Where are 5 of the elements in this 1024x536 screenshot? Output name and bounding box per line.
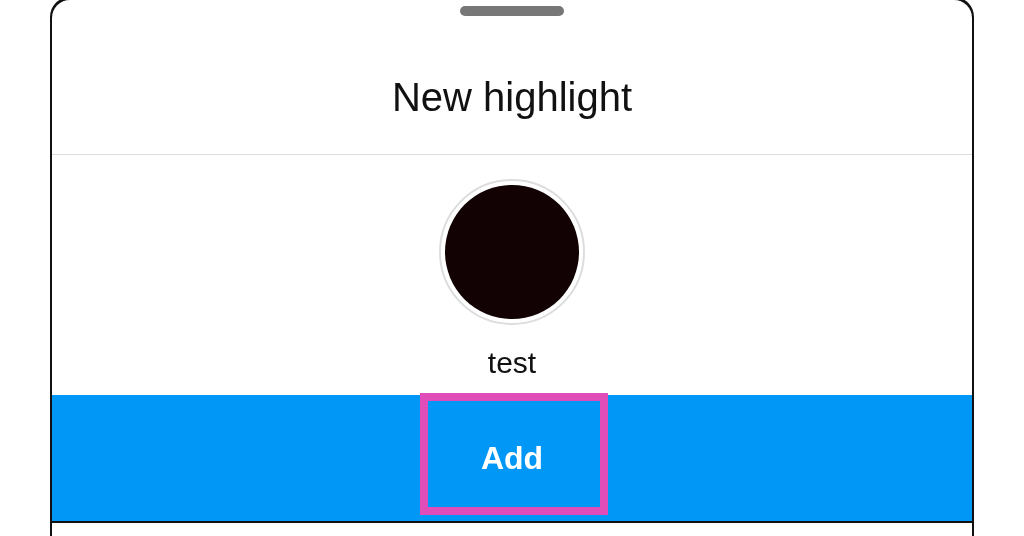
add-button[interactable]: Add <box>456 431 568 485</box>
highlight-name: test <box>487 345 537 381</box>
highlight-cover[interactable] <box>439 179 585 325</box>
sheet-title: New highlight <box>391 74 633 120</box>
drag-handle[interactable] <box>460 6 564 16</box>
